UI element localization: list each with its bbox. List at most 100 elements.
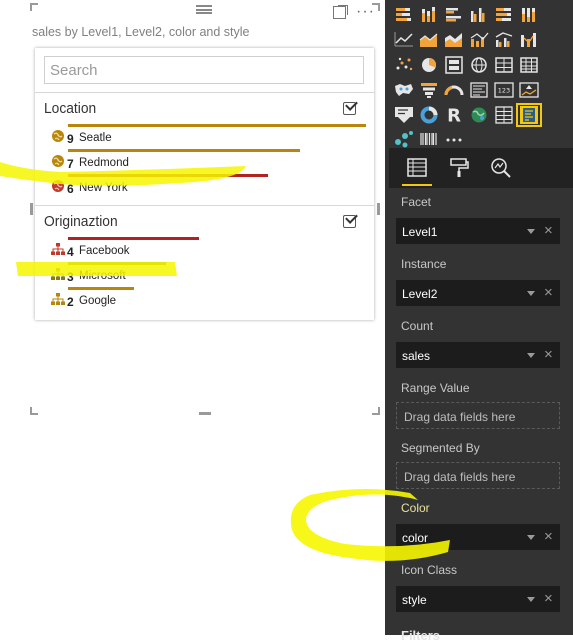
resize-handle-top-left[interactable] [30,3,38,11]
clustered-column-chart-icon[interactable] [468,5,490,25]
field-value: Level2 [402,287,438,301]
well-label-icon-class: Icon Class [401,563,458,577]
group-header-location[interactable]: Location [35,94,374,126]
area-chart-icon[interactable] [418,30,440,50]
line-and-stacked-column-chart-icon[interactable] [468,30,490,50]
tab-format[interactable] [447,155,471,181]
drop-zone-placeholder: Drag data fields here [404,470,516,484]
facet-label: Facebook [79,245,130,257]
visual-title: sales by Level1, Level2, color and style [32,25,250,39]
facet-item-redmond[interactable]: 7 Redmond [35,148,374,173]
decomposition-tree-icon[interactable] [393,129,415,149]
group-divider [35,92,374,93]
select-all-checkbox[interactable] [343,215,356,228]
well-label-segmented-by: Segmented By [401,441,480,455]
field-value: sales [402,349,431,363]
more-visuals-icon[interactable] [443,129,465,149]
facet-label: Google [79,295,117,307]
chevron-down-icon[interactable] [527,291,535,296]
drag-handle-icon[interactable] [196,5,212,14]
org-chart-icon [51,268,65,280]
card-icon[interactable]: 123 [493,80,515,100]
more-options-icon[interactable]: ··· [356,3,375,21]
remove-field-icon[interactable]: × [544,528,553,545]
facet-count: 9 [67,132,74,146]
remove-field-icon[interactable]: × [544,222,553,239]
matrix-icon[interactable] [518,55,540,75]
filters-section-header[interactable]: Filters [401,628,440,643]
select-all-checkbox[interactable] [343,102,356,115]
remove-field-icon[interactable]: × [544,346,553,363]
pie-chart-icon[interactable] [418,55,440,75]
line-and-clustered-column-chart-icon[interactable] [493,30,515,50]
group-header-originaztion[interactable]: Originaztion [35,207,374,239]
field-value: style [402,593,427,607]
range-value-drop-zone[interactable]: Drag data fields here [396,402,560,429]
pane-tab-strip [389,148,573,188]
kpi-icon[interactable] [518,80,540,100]
paint-roller-icon [450,158,469,177]
facet-bar [68,174,268,177]
funnel-chart-icon[interactable] [418,80,440,100]
line-chart-icon[interactable] [393,30,415,50]
custom-table-visual-icon[interactable] [493,105,515,125]
gauge-icon[interactable] [443,80,465,100]
facet-bar [68,287,134,290]
stacked-bar-chart-icon[interactable] [393,5,415,25]
count-well-field[interactable]: sales × [396,342,560,368]
chevron-down-icon[interactable] [527,353,535,358]
facet-key-visual-icon[interactable] [516,103,542,127]
well-label-range-value: Range Value [401,381,470,395]
barcode-visual-icon[interactable] [418,129,440,149]
resize-handle-bottom-right[interactable] [372,407,380,415]
group-title: Originaztion [44,213,118,230]
chevron-down-icon[interactable] [527,535,535,540]
field-value: color [402,531,429,545]
facet-item-facebook[interactable]: 4 Facebook [35,236,374,261]
facet-item-google[interactable]: 2 Google [35,286,374,311]
resize-handle-bottom-left[interactable] [30,407,38,415]
well-label-color: Color [401,501,430,515]
facet-bar [68,262,166,265]
instance-well-field[interactable]: Level2 × [396,280,560,306]
scatter-chart-icon[interactable] [393,55,415,75]
remove-field-icon[interactable]: × [544,590,553,607]
ribbon-chart-icon[interactable] [518,30,540,50]
clustered-bar-chart-icon[interactable] [443,5,465,25]
facet-bar [68,237,199,240]
chevron-down-icon[interactable] [527,229,535,234]
donut-chart-icon[interactable] [443,55,465,75]
icon-class-well-field[interactable]: style × [396,586,560,612]
table-icon[interactable] [493,55,515,75]
color-well-field[interactable]: color × [396,524,560,550]
resize-handle-right[interactable] [377,203,380,215]
100-stacked-column-chart-icon[interactable] [518,5,540,25]
r-script-visual-icon[interactable]: R [443,105,465,126]
multi-row-card-icon[interactable] [468,80,490,100]
tab-fields[interactable] [402,155,432,186]
donut-ring-icon[interactable] [418,105,440,125]
facet-item-seatle[interactable]: 9 Seatle [35,123,374,148]
facet-well-field[interactable]: Level1 × [396,218,560,244]
svg-text:123: 123 [498,87,510,95]
globe-icon [52,155,64,167]
slicer-icon[interactable] [393,105,415,125]
tab-analytics[interactable] [489,155,513,181]
100-stacked-bar-chart-icon[interactable] [493,5,515,25]
globe-map-icon[interactable] [468,55,490,75]
facet-bar [68,149,300,152]
resize-handle-left[interactable] [30,203,33,215]
stacked-column-chart-icon[interactable] [418,5,440,25]
search-input[interactable] [44,56,364,84]
remove-field-icon[interactable]: × [544,284,553,301]
chevron-down-icon[interactable] [527,597,535,602]
segmented-by-drop-zone[interactable]: Drag data fields here [396,462,560,489]
facet-item-new-york[interactable]: 6 New York [35,173,374,198]
resize-handle-bottom[interactable] [199,412,211,415]
focus-mode-icon[interactable] [333,5,348,19]
arcgis-map-icon[interactable] [468,105,490,125]
stacked-area-chart-icon[interactable] [443,30,465,50]
filled-map-icon[interactable] [393,80,415,100]
well-label-count: Count [401,319,434,333]
facet-item-microsoft[interactable]: 3 Microsoft [35,261,374,286]
